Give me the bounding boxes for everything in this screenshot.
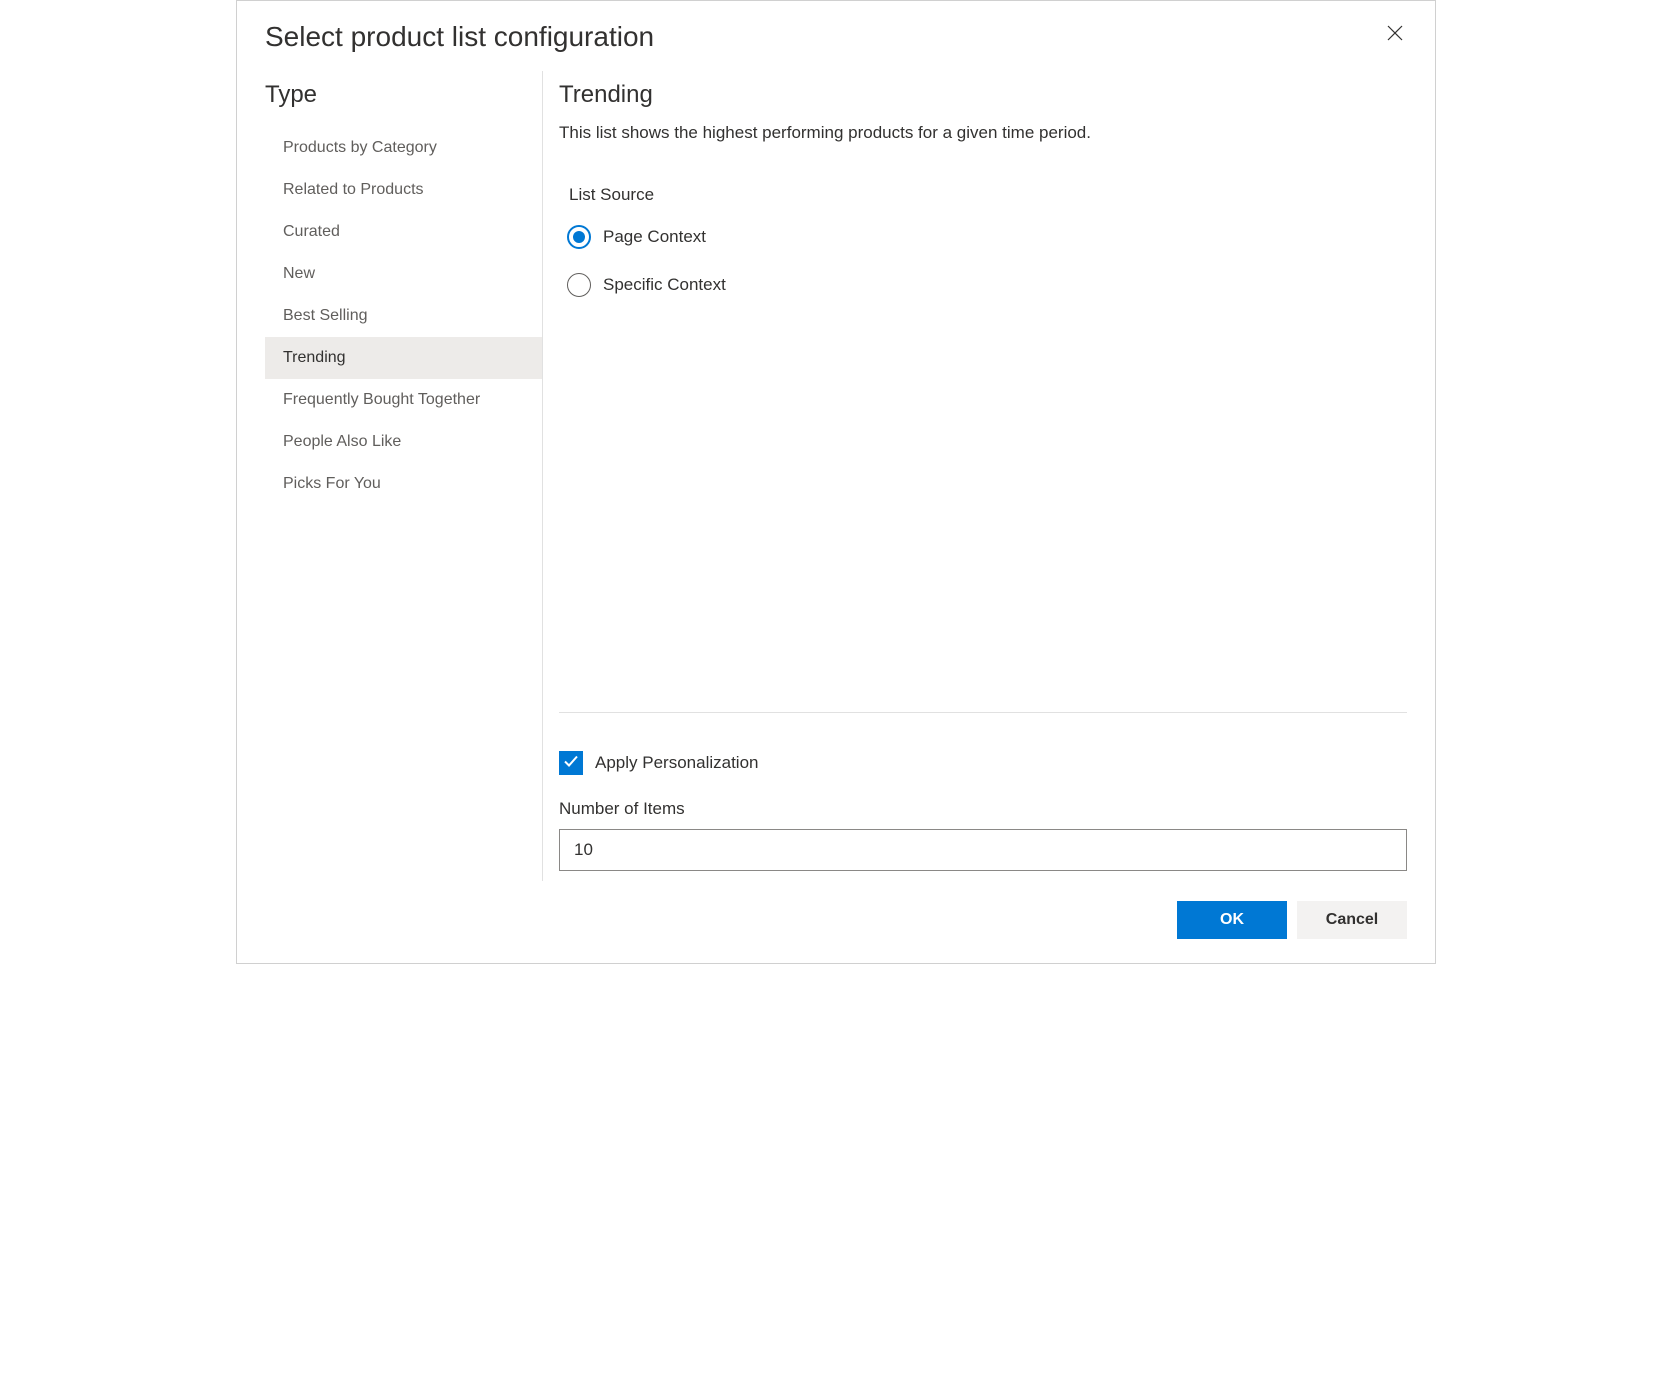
sidebar-item-label: Trending — [283, 349, 346, 366]
main-heading: Trending — [559, 81, 1407, 109]
radio-icon — [567, 273, 591, 297]
dialog-title: Select product list configuration — [265, 21, 654, 53]
sidebar-item-label: Best Selling — [283, 307, 368, 324]
radio-page-context[interactable]: Page Context — [567, 225, 1407, 249]
sidebar-item-label: Frequently Bought Together — [283, 391, 480, 408]
sidebar-list: Products by Category Related to Products… — [265, 127, 542, 505]
number-of-items-input[interactable] — [559, 829, 1407, 871]
main-description: This list shows the highest performing p… — [559, 123, 1407, 143]
close-icon — [1387, 24, 1403, 46]
sidebar-item-products-by-category[interactable]: Products by Category — [265, 127, 542, 169]
checkmark-icon — [563, 753, 579, 774]
ok-button[interactable]: OK — [1177, 901, 1287, 939]
sidebar-item-best-selling[interactable]: Best Selling — [265, 295, 542, 337]
sidebar-item-trending[interactable]: Trending — [265, 337, 542, 379]
spacer — [559, 321, 1407, 712]
apply-personalization-row: Apply Personalization — [559, 751, 1407, 775]
apply-personalization-label: Apply Personalization — [595, 753, 758, 773]
list-source-radio-group: Page Context Specific Context — [567, 225, 1407, 321]
radio-dot-icon — [573, 231, 585, 243]
radio-label: Page Context — [603, 227, 706, 247]
sidebar-item-new[interactable]: New — [265, 253, 542, 295]
sidebar-item-label: New — [283, 265, 315, 282]
main-panel: Trending This list shows the highest per… — [543, 71, 1407, 881]
number-of-items-label: Number of Items — [559, 799, 1407, 819]
sidebar-item-label: Related to Products — [283, 181, 424, 198]
sidebar-item-label: Curated — [283, 223, 340, 240]
sidebar-item-curated[interactable]: Curated — [265, 211, 542, 253]
dialog-header: Select product list configuration — [237, 1, 1435, 71]
cancel-button-label: Cancel — [1326, 911, 1378, 928]
sidebar-item-label: People Also Like — [283, 433, 401, 450]
radio-label: Specific Context — [603, 275, 726, 295]
apply-personalization-checkbox[interactable] — [559, 751, 583, 775]
radio-specific-context[interactable]: Specific Context — [567, 273, 1407, 297]
sidebar-type: Type Products by Category Related to Pro… — [265, 71, 543, 881]
radio-icon — [567, 225, 591, 249]
sidebar-item-picks-for-you[interactable]: Picks For You — [265, 463, 542, 505]
dialog-body: Type Products by Category Related to Pro… — [237, 71, 1435, 881]
sidebar-item-label: Products by Category — [283, 139, 437, 156]
sidebar-item-label: Picks For You — [283, 475, 381, 492]
sidebar-heading: Type — [265, 71, 542, 127]
ok-button-label: OK — [1220, 911, 1244, 928]
sidebar-item-related-to-products[interactable]: Related to Products — [265, 169, 542, 211]
cancel-button[interactable]: Cancel — [1297, 901, 1407, 939]
dialog-footer: OK Cancel — [237, 881, 1435, 963]
close-button[interactable] — [1383, 21, 1407, 49]
bottom-section: Apply Personalization Number of Items — [559, 712, 1407, 881]
list-source-label: List Source — [569, 185, 1407, 205]
dialog-select-product-list-configuration: Select product list configuration Type P… — [236, 0, 1436, 964]
sidebar-item-frequently-bought-together[interactable]: Frequently Bought Together — [265, 379, 542, 421]
sidebar-item-people-also-like[interactable]: People Also Like — [265, 421, 542, 463]
